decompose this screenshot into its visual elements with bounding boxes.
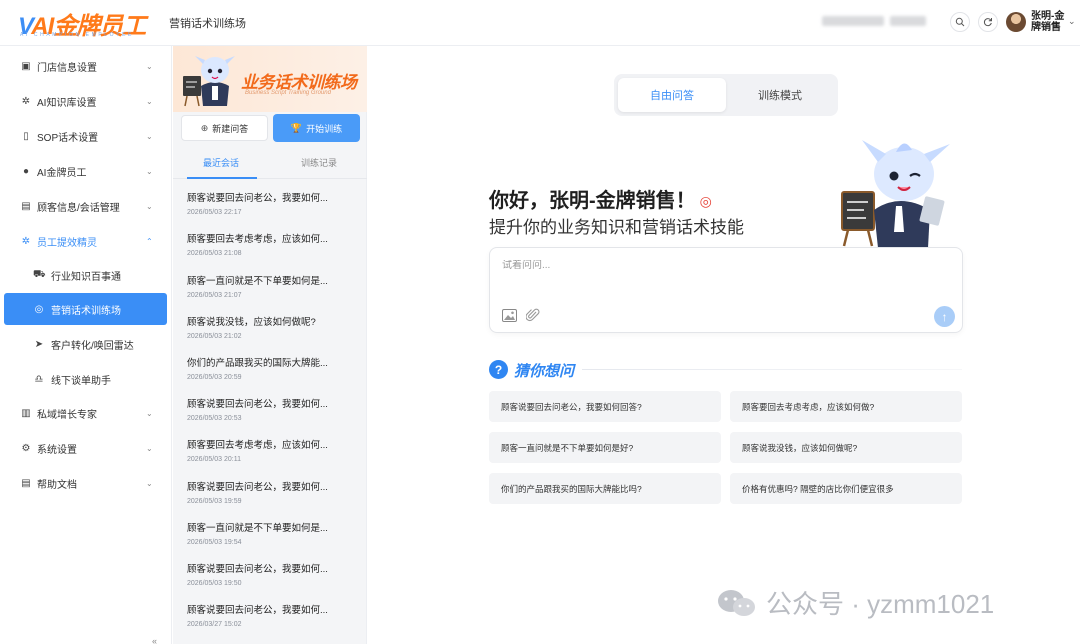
sidebar-item-system-settings[interactable]: ⚙ 系统设置 ⌄	[0, 432, 172, 464]
mode-switch: 自由问答 训练模式	[614, 74, 838, 116]
sparkle-icon: ✲	[21, 95, 31, 107]
sidebar-item-offline-assistant[interactable]: ♎ 线下谈单助手	[0, 363, 172, 395]
phone-icon: ▯	[23, 130, 29, 142]
suggestion-chip[interactable]: 价格有优惠吗? 隔壁的店比你们便宜很多	[730, 473, 962, 504]
list-item[interactable]: 顾客要回去考虑考虑，应该如何... 2026/05/03 21:08	[187, 231, 357, 257]
sidebar-item-customer-sessions[interactable]: ▤ 顾客信息/会话管理 ⌄	[0, 190, 172, 222]
guess-section-title: 猜你想问	[514, 363, 575, 380]
refresh-icon	[983, 18, 992, 27]
suggestion-chip[interactable]: 顾客说我没钱，应该如何做呢?	[730, 432, 962, 463]
sidebar-item-ai-employee[interactable]: ● AI金牌员工 ⌄	[0, 155, 172, 187]
collapse-sidebar-icon[interactable]: «	[152, 636, 157, 644]
list-item[interactable]: 顾客说要回去问老公，我要如何... 2026/03/27 15:02	[187, 602, 357, 628]
list-item[interactable]: 顾客一直问就是不下单要如何是... 2026/05/03 21:07	[187, 273, 357, 299]
image-upload-icon[interactable]	[502, 309, 517, 325]
suggestion-chip[interactable]: 你们的产品跟我买的国际大牌能比吗?	[489, 473, 721, 504]
car-icon: ⛟	[33, 268, 46, 280]
list-item[interactable]: 你们的产品跟我买的国际大牌能... 2026/05/03 20:59	[187, 355, 357, 381]
wechat-icon	[718, 589, 755, 616]
new-chat-button[interactable]: ⊕ 新建问答	[181, 115, 268, 141]
suggestion-chip[interactable]: 顾客一直问就是不下单要如何是好?	[489, 432, 721, 463]
sidebar-item-sop-scripts[interactable]: ▯ SOP话术设置 ⌄	[0, 120, 172, 152]
avatar[interactable]	[1006, 12, 1026, 32]
user-name[interactable]: 张明-金牌销售	[1031, 11, 1065, 33]
search-icon	[955, 17, 965, 27]
person-icon: ●	[22, 165, 30, 177]
list-item[interactable]: 顾客说要回去问老公，我要如何... 2026/05/03 19:59	[187, 479, 357, 505]
gear-icon: ⚙	[21, 442, 31, 454]
question-input[interactable]	[502, 260, 902, 271]
chevron-down-icon: ⌄	[146, 166, 153, 176]
sidebar-item-industry-knowledge[interactable]: ⛟ 行业知识百事通	[0, 259, 172, 291]
sidebar-item-private-growth[interactable]: ▥ 私域增长专家 ⌄	[0, 397, 172, 429]
magic-icon: ✲	[21, 235, 31, 247]
sidebar-item-marketing-training[interactable]: ◎ 营销话术训练场	[4, 293, 167, 325]
blurred-info	[822, 16, 884, 26]
tab-training-mode[interactable]: 训练模式	[726, 78, 834, 112]
chevron-down-icon: ⌄	[146, 478, 153, 488]
sidebar-item-store-settings[interactable]: ▣ 门店信息设置 ⌄	[0, 50, 172, 82]
mascot-illustration	[183, 56, 235, 107]
sidebar-item-staff-efficiency[interactable]: ✲ 员工提效精灵 ⌃	[0, 225, 172, 257]
banner-subtitle: Business Script Training Ground	[245, 90, 331, 96]
greeting: 你好，张明-金牌销售！ ◎	[489, 190, 712, 212]
store-icon: ▣	[21, 60, 31, 72]
list-item[interactable]: 顾客说我没钱，应该如何做呢? 2026/05/03 21:02	[187, 314, 357, 340]
chevron-down-icon: ⌄	[146, 61, 153, 71]
list-item[interactable]: 顾客说要回去问老公，我要如何... 2026/05/03 22:17	[187, 190, 357, 216]
send-button[interactable]: ↑	[934, 306, 955, 327]
suggestion-chip[interactable]: 顾客说要回去问老公，我要如何回答?	[489, 391, 721, 422]
tab-training-records[interactable]: 训练记录	[301, 156, 337, 169]
chevron-up-icon: ⌃	[146, 236, 153, 246]
sidebar-item-customer-radar[interactable]: ➤ 客户转化/唤回雷达	[0, 328, 172, 360]
trophy-icon: 🏆	[290, 122, 303, 133]
logo-subtitle: AI CHAMPION EMPLOYEE	[20, 32, 134, 38]
top-bar: VAI金牌员工 AI CHAMPION EMPLOYEE 营销话术训练场 张明-…	[0, 0, 1080, 46]
start-training-button[interactable]: 🏆 开始训练	[273, 114, 360, 142]
chevron-down-icon: ⌄	[146, 96, 153, 106]
chevron-down-icon: ⌄	[146, 201, 153, 211]
active-tab-indicator	[187, 177, 257, 179]
sidebar-item-help-docs[interactable]: ▤ 帮助文档 ⌄	[0, 467, 172, 499]
list-item[interactable]: 顾客一直问就是不下单要如何是... 2026/05/03 19:54	[187, 520, 357, 546]
bookmark-icon: ▥	[21, 407, 31, 419]
list-item[interactable]: 顾客要回去考虑考虑，应该如何... 2026/05/03 20:11	[187, 437, 357, 463]
headset-icon: ♎	[34, 373, 44, 385]
conversation-panel: 业务话术训练场 Business Script Training Ground …	[173, 46, 367, 644]
new-chat-icon: ⊕	[200, 122, 209, 133]
subgreeting: 提升你的业务知识和营销话术技能	[489, 218, 744, 237]
chevron-down-icon[interactable]: ⌄	[1068, 16, 1076, 27]
blurred-info	[890, 16, 926, 26]
tab-recent-sessions[interactable]: 最近会话	[203, 156, 239, 169]
sidebar: ▣ 门店信息设置 ⌄ ✲ AI知识库设置 ⌄ ▯ SOP话术设置 ⌄ ● AI金…	[0, 46, 172, 644]
dart-target-icon: ◎	[699, 193, 712, 210]
training-banner: 业务话术训练场 Business Script Training Ground	[173, 46, 367, 112]
chevron-down-icon: ⌄	[146, 443, 153, 453]
contacts-icon: ▤	[21, 200, 31, 212]
watermark: 公众号 · yzmm1021	[716, 584, 994, 621]
search-button[interactable]	[950, 12, 970, 32]
send-icon: ➤	[34, 338, 44, 350]
chevron-down-icon: ⌄	[146, 408, 153, 418]
list-item[interactable]: 顾客说要回去问老公，我要如何... 2026/05/03 19:50	[187, 561, 357, 587]
attachment-icon[interactable]	[525, 308, 540, 325]
target-icon: ◎	[34, 303, 44, 315]
app-logo[interactable]: VAI金牌员工 AI CHAMPION EMPLOYEE	[18, 6, 160, 40]
question-input-box: ↑	[489, 247, 963, 333]
list-item[interactable]: 顾客说要回去问老公，我要如何... 2026/05/03 20:53	[187, 396, 357, 422]
suggestion-chip[interactable]: 顾客要回去考虑考虑，应该如何做?	[730, 391, 962, 422]
question-mark-icon: ?	[489, 360, 508, 379]
document-icon: ▤	[21, 477, 31, 489]
chevron-down-icon: ⌄	[146, 131, 153, 141]
arrow-up-icon: ↑	[941, 309, 948, 324]
page-title: 营销话术训练场	[169, 18, 246, 30]
tab-free-qa[interactable]: 自由问答	[618, 78, 726, 112]
sidebar-item-ai-knowledge[interactable]: ✲ AI知识库设置 ⌄	[0, 85, 172, 117]
refresh-button[interactable]	[978, 12, 998, 32]
mascot-illustration	[841, 140, 950, 248]
divider	[582, 369, 962, 370]
